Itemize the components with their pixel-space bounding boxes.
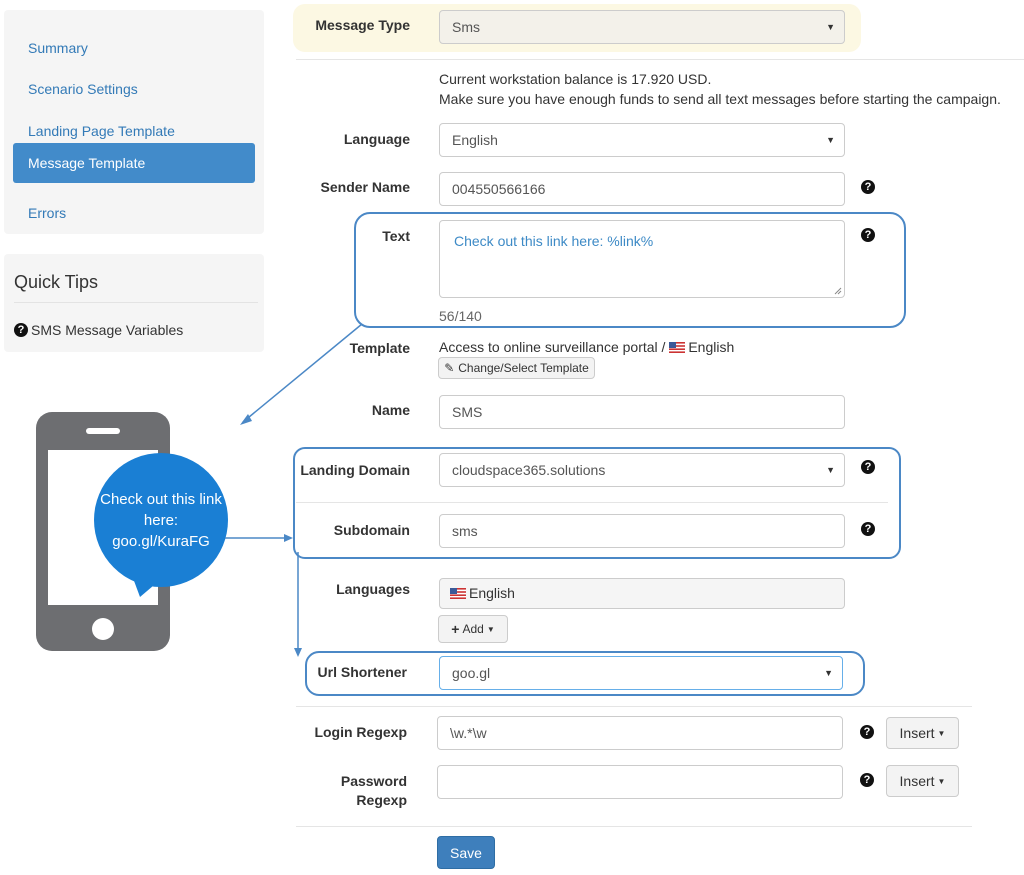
question-circle-icon[interactable]: ? xyxy=(860,725,874,739)
chevron-down-icon: ▼ xyxy=(824,668,833,678)
name-input[interactable]: SMS xyxy=(439,395,845,429)
languages-list: English xyxy=(439,578,845,609)
language-value: English xyxy=(452,132,498,148)
caret-down-icon: ▼ xyxy=(486,624,495,634)
caret-down-icon: ▼ xyxy=(937,776,946,786)
url-shortener-label: Url Shortener xyxy=(317,664,407,680)
edit-icon: ✎ xyxy=(444,361,455,375)
template-label: Template xyxy=(349,340,410,356)
login-regexp-input[interactable]: \w.*\w xyxy=(437,716,843,750)
language-label: Language xyxy=(343,131,410,147)
template-name: Access to online surveillance portal / xyxy=(439,339,666,355)
languages-value: English xyxy=(469,585,515,601)
template-lang: English xyxy=(688,339,735,355)
question-circle-icon[interactable]: ? xyxy=(861,180,875,194)
add-language-button[interactable]: + Add ▼ xyxy=(438,615,508,643)
caret-down-icon: ▼ xyxy=(937,728,946,738)
insert-label: Insert xyxy=(899,725,935,741)
text-value: Check out this link here: %link% xyxy=(454,233,654,249)
landing-domain-label: Landing Domain xyxy=(300,462,410,478)
balance-line-1: Current workstation balance is 17.920 US… xyxy=(439,71,712,87)
chevron-down-icon: ▼ xyxy=(826,135,835,145)
login-regexp-label: Login Regexp xyxy=(314,724,407,740)
message-type-label: Message Type xyxy=(315,17,410,33)
password-regexp-label: Password Regexp xyxy=(300,772,407,810)
name-label: Name xyxy=(371,402,410,418)
languages-label: Languages xyxy=(336,581,410,597)
message-type-value: Sms xyxy=(452,19,480,35)
password-regexp-label-line-1: Password xyxy=(340,773,407,789)
question-circle-icon[interactable]: ? xyxy=(861,460,875,474)
plus-icon: + xyxy=(451,621,460,637)
template-info: Access to online surveillance portal / E… xyxy=(439,337,734,357)
divider xyxy=(296,826,972,827)
password-regexp-insert-button[interactable]: Insert ▼ xyxy=(886,765,959,797)
language-select[interactable]: English ▼ xyxy=(439,123,845,157)
landing-domain-value: cloudspace365.solutions xyxy=(452,462,606,478)
landing-domain-select[interactable]: cloudspace365.solutions ▼ xyxy=(439,453,845,487)
change-select-template-label: Change/Select Template xyxy=(458,361,589,375)
add-language-label: Add xyxy=(462,622,484,636)
question-circle-icon[interactable]: ? xyxy=(861,522,875,536)
sender-name-label: Sender Name xyxy=(320,179,410,195)
text-label: Text xyxy=(382,228,410,244)
chevron-down-icon: ▼ xyxy=(826,22,835,32)
insert-label: Insert xyxy=(899,773,935,789)
question-circle-icon[interactable]: ? xyxy=(860,773,874,787)
message-type-select[interactable]: Sms ▼ xyxy=(439,10,845,44)
divider xyxy=(296,502,888,503)
text-char-counter: 56/140 xyxy=(439,308,482,324)
text-textarea[interactable]: Check out this link here: %link% xyxy=(439,220,845,298)
balance-line-2: Make sure you have enough funds to send … xyxy=(439,91,1001,107)
us-flag-icon xyxy=(450,588,466,599)
url-shortener-value: goo.gl xyxy=(452,665,491,681)
subdomain-input[interactable]: sms xyxy=(439,514,845,548)
divider xyxy=(296,706,972,707)
password-regexp-label-line-2: Regexp xyxy=(356,792,407,808)
password-regexp-input[interactable] xyxy=(437,765,843,799)
chevron-down-icon: ▼ xyxy=(826,465,835,475)
sender-name-input[interactable]: 004550566166 xyxy=(439,172,845,206)
us-flag-icon xyxy=(669,342,686,353)
url-shortener-select[interactable]: goo.gl ▼ xyxy=(439,656,843,690)
save-button[interactable]: Save xyxy=(437,836,495,869)
login-regexp-insert-button[interactable]: Insert ▼ xyxy=(886,717,959,749)
resize-handle-icon[interactable] xyxy=(834,287,842,295)
divider xyxy=(296,59,1024,60)
change-select-template-button[interactable]: ✎ Change/Select Template xyxy=(438,357,595,379)
subdomain-label: Subdomain xyxy=(333,522,410,538)
question-circle-icon[interactable]: ? xyxy=(861,228,875,242)
